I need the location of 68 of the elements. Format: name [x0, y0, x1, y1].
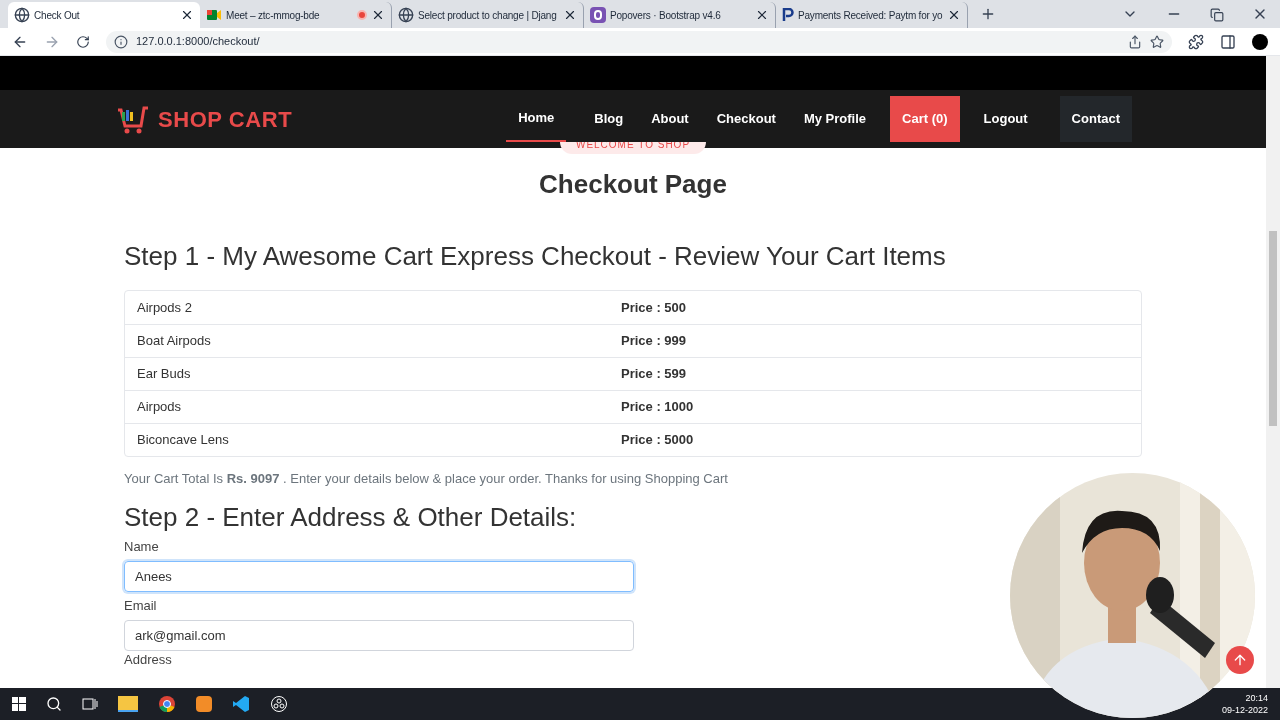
video-camera-icon — [206, 8, 222, 22]
cart-total-text: Your Cart Total Is Rs. 9097 . Enter your details below & place your order. Thanks for using Shopping Cart — [124, 470, 729, 488]
nav-link[interactable]: Logout — [971, 96, 1040, 142]
browser-tab[interactable]: Select product to change | Djang — [392, 2, 584, 28]
share-icon[interactable] — [1128, 34, 1142, 49]
text-field[interactable]: ark@gmail.com — [124, 619, 634, 651]
step-one-heading: Step 1 - My Awesome Cart Express Checkout - Review Your Cart Items — [124, 240, 947, 272]
info-icon — [114, 34, 128, 49]
browser-tab[interactable]: Payments Received: Paytm for yo — [776, 2, 968, 28]
browser-tab[interactable]: Check Out — [8, 2, 200, 28]
page-title: Checkout Page — [538, 168, 728, 200]
url-text: 127.0.0.1:8000/checkout/ — [136, 34, 260, 50]
nav-link[interactable]: About — [639, 96, 701, 142]
clock-time: 20:14 — [1245, 692, 1268, 704]
scroll-to-top-button[interactable] — [1226, 646, 1254, 674]
nav-cart-button[interactable]: Cart (0) — [890, 96, 960, 142]
nav-link[interactable]: My Profile — [791, 96, 879, 142]
field-label: Email — [124, 597, 158, 614]
search-icon[interactable] — [46, 696, 62, 712]
scrollbar-thumb[interactable] — [1269, 231, 1277, 426]
item-price: Price : 1000 — [621, 398, 694, 417]
vscode-icon[interactable] — [232, 695, 250, 713]
item-name: Boat Airpods — [137, 332, 212, 351]
brand-name[interactable]: SHOP CART — [158, 102, 293, 136]
nav-link[interactable]: Contact — [1059, 96, 1132, 142]
close-icon[interactable] — [180, 8, 194, 22]
bookmark-icon[interactable] — [1150, 34, 1164, 49]
side-panel-icon[interactable] — [1220, 33, 1236, 50]
step-two-heading: Step 2 - Enter Address & Other Details: — [124, 500, 578, 533]
tab-title: Meet – ztc-mmog-bde — [226, 8, 321, 23]
item-price: Price : 500 — [621, 298, 687, 317]
reload-icon[interactable] — [76, 34, 90, 49]
tab-title: Payments Received: Paytm for yo — [798, 8, 943, 23]
windows-start-icon[interactable] — [12, 697, 26, 711]
clock-date: 09-12-2022 — [1221, 704, 1268, 716]
item-price: Price : 5000 — [621, 431, 694, 450]
text-field[interactable]: Anees — [124, 560, 634, 592]
restore-icon[interactable] — [1210, 8, 1224, 22]
item-price: Price : 999 — [621, 332, 687, 351]
browser-tab[interactable]: Meet – ztc-mmog-bde — [200, 2, 392, 28]
bootstrap-icon — [590, 7, 606, 23]
obs-icon[interactable] — [270, 695, 288, 713]
field-label: Address — [124, 652, 173, 667]
close-icon[interactable] — [563, 8, 577, 22]
item-name: Biconcave Lens — [137, 431, 230, 450]
close-icon[interactable] — [755, 8, 769, 22]
globe-icon — [14, 7, 30, 23]
tab-title: Check Out — [34, 8, 81, 23]
paytm-icon — [782, 8, 794, 22]
tab-title: Popovers · Bootstrap v4.6 — [610, 8, 722, 23]
new-tab-icon[interactable] — [980, 6, 996, 22]
extensions-icon[interactable] — [1188, 33, 1204, 50]
browser-tab[interactable]: Popovers · Bootstrap v4.6 — [584, 2, 776, 28]
profile-avatar[interactable] — [1252, 33, 1268, 50]
close-icon[interactable] — [371, 8, 385, 22]
item-name: Airpods 2 — [137, 298, 193, 317]
nav-link[interactable]: Checkout — [704, 96, 788, 142]
nav-link[interactable]: Blog — [582, 96, 636, 142]
chrome-icon[interactable] — [158, 695, 176, 713]
close-icon[interactable] — [947, 8, 961, 22]
globe-icon — [398, 7, 414, 23]
item-name: Ear Buds — [137, 365, 192, 384]
item-price: Price : 599 — [621, 365, 687, 384]
address-bar[interactable]: 127.0.0.1:8000/checkout/ — [106, 30, 1172, 53]
tab-title: Select product to change | Djang — [418, 8, 558, 23]
field-label: Name — [124, 538, 160, 555]
item-name: Airpods — [137, 398, 183, 417]
nav-link[interactable]: Home — [506, 96, 567, 142]
